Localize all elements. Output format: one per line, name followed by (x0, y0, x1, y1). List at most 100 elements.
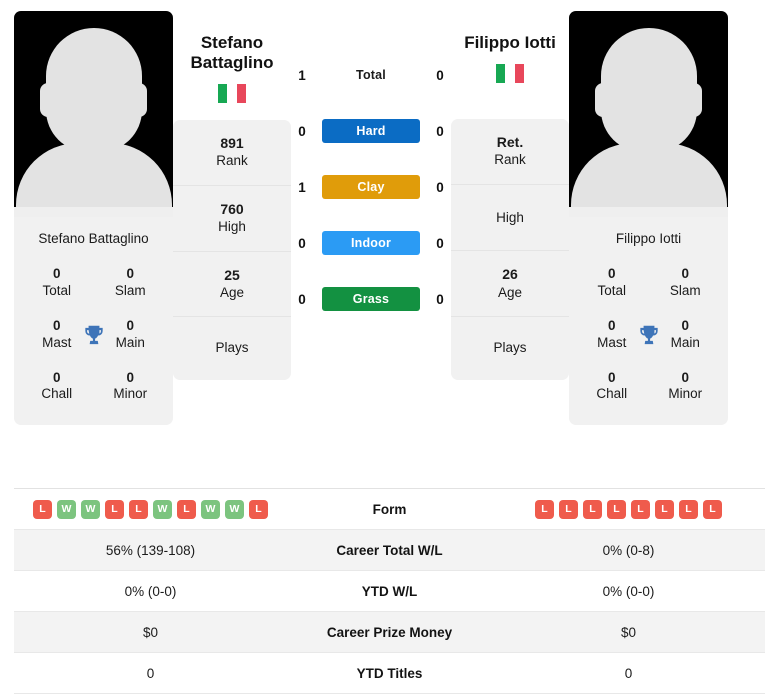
form-badge-loss: L (607, 499, 626, 519)
table-row-form: LWWLLWLWWL Form LLLLLLLL (14, 489, 765, 530)
left-titles-main-label: Main (115, 334, 145, 350)
h2h-hard-left-value: 0 (298, 123, 306, 139)
form-badge-loss: L (703, 499, 722, 519)
left-player-titles-grid: 0 Total 0 Slam 0 Mast 0 Main 0 Chall 0 M… (14, 258, 173, 425)
h2h-indoor-right-value: 0 (436, 235, 444, 251)
avatar-base-strip (14, 207, 173, 217)
left-stat-rank-label: Rank (216, 153, 248, 169)
h2h-row-clay: 1 Clay 0 (291, 173, 451, 201)
form-badge-loss: L (129, 499, 148, 519)
left-player-info-column: Stefano Battaglino 891 Rank 760 High 25 … (173, 11, 291, 380)
row-label-career-total-wl: Career Total W/L (336, 542, 443, 558)
right-form-strip: LLLLLLLL (498, 499, 759, 519)
table-row-career-prize-money: $0 Career Prize Money $0 (14, 612, 765, 653)
left-stat-rank-value: 891 (220, 135, 244, 152)
table-row-ytd-titles: 0 YTD Titles 0 (14, 653, 765, 694)
row-label-ytd-wl: YTD W/L (361, 583, 418, 599)
left-player-last-name: Battaglino (190, 53, 274, 73)
form-badge-loss: L (33, 499, 52, 519)
surface-button-indoor[interactable]: Indoor (322, 231, 420, 255)
h2h-row-indoor: 0 Indoor 0 (291, 229, 451, 257)
avatar-ear-right-shape (686, 83, 702, 117)
right-form-cell: LLLLLLLL (492, 499, 765, 519)
form-badge-loss: L (679, 499, 698, 519)
form-badge-win: W (201, 499, 220, 519)
left-player-first-name: Stefano (200, 33, 264, 52)
right-player-name-caption: Filippo Iotti (615, 231, 682, 246)
form-badge-loss: L (559, 499, 578, 519)
h2h-total-right-value: 0 (436, 67, 444, 83)
left-titles-total-value: 0 (52, 266, 61, 281)
left-form-strip: LWWLLWLWWL (20, 499, 281, 519)
left-titles-chall-label: Chall (41, 386, 73, 402)
head-to-head-column: 1 Total 0 0 Hard 0 1 Clay 0 0 Indoor 0 0… (291, 11, 451, 313)
right-titles-minor: 0 Minor (649, 362, 723, 414)
right-stat-age-label: Age (497, 284, 523, 300)
table-row-ytd-wl: 0% (0-0) YTD W/L 0% (0-0) (14, 571, 765, 612)
h2h-row-grass: 0 Grass 0 (291, 285, 451, 313)
avatar-ear-left-shape (595, 83, 611, 117)
right-player-info-column: Filippo Iotti Ret. Rank High 26 Age Play… (451, 11, 569, 380)
right-player-name: Filippo Iotti (464, 33, 556, 52)
table-row-career-total-wl: 56% (139-108) Career Total W/L 0% (0-8) (14, 530, 765, 571)
italy-flag-icon (218, 84, 246, 104)
h2h-indoor-left-value: 0 (298, 235, 306, 251)
h2h-row-hard: 0 Hard 0 (291, 117, 451, 145)
form-badge-loss: L (535, 499, 554, 519)
row-label-career-prize-money: Career Prize Money (326, 624, 453, 640)
right-titles-total-label: Total (597, 282, 627, 298)
right-titles-chall: 0 Chall (575, 362, 649, 414)
avatar-ear-right-shape (131, 83, 147, 117)
left-stat-high-label: High (218, 219, 246, 235)
right-stat-rank: Ret. Rank (451, 119, 569, 185)
player-comparison-page: Stefano Battaglino 0 Total 0 Slam 0 Mast (0, 0, 779, 699)
left-stat-age: 25 Age (173, 252, 291, 318)
right-titles-total: 0 Total (575, 258, 649, 310)
left-player-photo-card[interactable]: Stefano Battaglino 0 Total 0 Slam 0 Mast (14, 11, 173, 426)
right-player-stat-stack: Ret. Rank High 26 Age Plays (451, 119, 569, 380)
surface-button-clay[interactable]: Clay (322, 175, 420, 199)
left-titles-main-value: 0 (126, 317, 134, 333)
left-stat-age-label: Age (219, 284, 245, 300)
left-player-avatar (14, 11, 173, 217)
form-badge-loss: L (105, 499, 124, 519)
right-stat-rank-label: Rank (494, 152, 526, 168)
h2h-row-total: 1 Total 0 (291, 61, 451, 89)
right-titles-chall-label: Chall (596, 386, 628, 402)
left-form-cell: LWWLLWLWWL (14, 499, 287, 519)
right-titles-main-label: Main (670, 334, 700, 350)
form-badge-win: W (225, 499, 244, 519)
avatar-body-shape (570, 143, 727, 207)
right-stat-high-label: High (496, 209, 524, 225)
right-titles-slam: 0 Slam (649, 258, 723, 310)
right-stat-age-value: 26 (502, 266, 518, 283)
avatar-base-strip (569, 207, 728, 217)
form-badge-loss: L (177, 499, 196, 519)
italy-flag-icon (496, 64, 524, 84)
left-ytd-titles: 0 (146, 665, 155, 681)
right-player-photo-card[interactable]: Filippo Iotti 0 Total 0 Slam 0 Mast 0 Ma… (569, 11, 728, 426)
surface-button-hard[interactable]: Hard (322, 119, 420, 143)
right-titles-minor-label: Minor (668, 386, 703, 402)
right-titles-main-value: 0 (681, 317, 689, 333)
left-titles-minor-label: Minor (113, 386, 148, 402)
h2h-grass-right-value: 0 (436, 291, 444, 307)
left-player-stat-stack: 891 Rank 760 High 25 Age Plays (173, 120, 291, 380)
left-titles-slam: 0 Slam (94, 258, 168, 310)
left-titles-mast: 0 Mast (20, 310, 103, 362)
left-titles-total: 0 Total (20, 258, 94, 310)
right-titles-minor-value: 0 (681, 369, 689, 385)
right-titles-chall-value: 0 (607, 369, 616, 385)
h2h-grass-left-value: 0 (298, 291, 306, 307)
surface-button-grass[interactable]: Grass (322, 287, 420, 311)
left-stat-high: 760 High (173, 186, 291, 252)
right-player-titles-grid: 0 Total 0 Slam 0 Mast 0 Main 0 Chall 0 M… (569, 258, 728, 425)
avatar-ear-left-shape (40, 83, 56, 117)
left-stat-plays: Plays (173, 317, 291, 380)
left-stat-high-value: 760 (220, 200, 244, 217)
left-titles-chall-value: 0 (52, 369, 61, 385)
right-stat-plays: Plays (451, 317, 569, 380)
avatar-body-shape (15, 143, 172, 207)
right-titles-total-value: 0 (607, 266, 616, 281)
left-stat-plays-label: Plays (215, 340, 249, 356)
